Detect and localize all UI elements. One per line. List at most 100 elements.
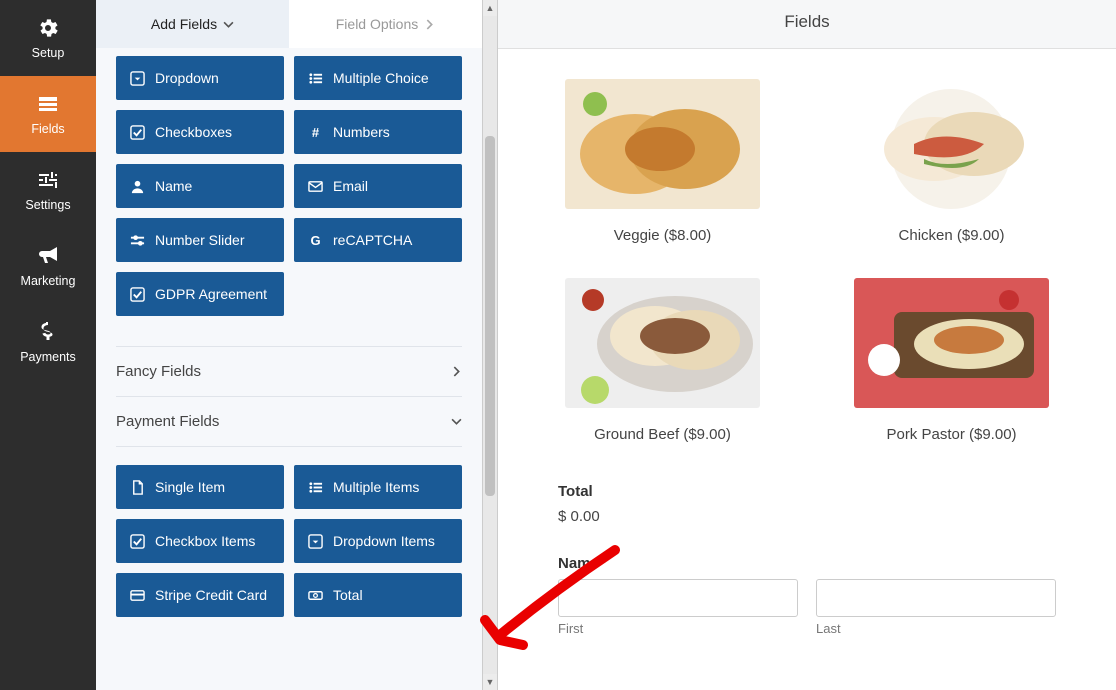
chevron-down-icon xyxy=(451,416,462,427)
field-total[interactable]: Total xyxy=(294,573,462,617)
field-recaptcha[interactable]: GreCAPTCHA xyxy=(294,218,462,262)
required-asterisk: * xyxy=(601,555,607,572)
last-name-input[interactable] xyxy=(816,579,1056,617)
nav-label: Payments xyxy=(20,350,76,364)
food-image xyxy=(854,79,1049,209)
food-label: Chicken ($9.00) xyxy=(899,227,1005,244)
field-label: Multiple Items xyxy=(333,479,419,495)
field-checkbox-items[interactable]: Checkbox Items xyxy=(116,519,284,563)
user-icon xyxy=(130,179,145,194)
food-item-chicken[interactable]: Chicken ($9.00) xyxy=(847,79,1056,244)
check-icon xyxy=(130,287,145,302)
field-label: Numbers xyxy=(333,124,390,140)
first-sublabel: First xyxy=(558,621,798,636)
field-gdpr[interactable]: GDPR Agreement xyxy=(116,272,284,316)
field-label: Dropdown xyxy=(155,70,219,86)
sliders-icon xyxy=(36,168,60,192)
section-fancy-fields[interactable]: Fancy Fields xyxy=(116,346,462,396)
name-label: Name xyxy=(558,555,599,572)
field-stripe-card[interactable]: Stripe Credit Card xyxy=(116,573,284,617)
g-icon: G xyxy=(308,233,323,248)
nav-label: Marketing xyxy=(21,274,76,288)
tab-add-fields[interactable]: Add Fields xyxy=(96,0,289,48)
field-dropdown[interactable]: Dropdown xyxy=(116,56,284,100)
bullhorn-icon xyxy=(36,244,60,268)
scroll-down-button[interactable]: ▼ xyxy=(483,674,497,690)
field-label: Stripe Credit Card xyxy=(155,587,267,603)
food-item-ground-beef[interactable]: Ground Beef ($9.00) xyxy=(558,278,767,443)
last-sublabel: Last xyxy=(816,621,1056,636)
scroll-up-button[interactable]: ▲ xyxy=(483,0,497,16)
nav-rail: Setup Fields Settings Marketing Payments xyxy=(0,0,96,690)
chevron-right-icon xyxy=(424,19,435,30)
field-label: Name xyxy=(155,178,192,194)
field-numbers[interactable]: # Numbers xyxy=(294,110,462,154)
field-label: Single Item xyxy=(155,479,225,495)
food-grid: Veggie ($8.00) Chicken ($9.00) xyxy=(558,79,1056,443)
caret-down-icon xyxy=(130,71,145,86)
check-icon xyxy=(130,534,145,549)
chevron-down-icon xyxy=(223,19,234,30)
field-label: Multiple Choice xyxy=(333,70,429,86)
gear-icon xyxy=(36,16,60,40)
field-multiple-items[interactable]: Multiple Items xyxy=(294,465,462,509)
dollar-icon xyxy=(36,320,60,344)
tab-field-options[interactable]: Field Options xyxy=(289,0,482,48)
nav-label: Setup xyxy=(32,46,65,60)
field-name[interactable]: Name xyxy=(116,164,284,208)
fields-panel: Add Fields Field Options Dropdown Multip… xyxy=(96,0,482,690)
tab-label: Field Options xyxy=(336,16,418,32)
field-multiple-choice[interactable]: Multiple Choice xyxy=(294,56,462,100)
field-single-item[interactable]: Single Item xyxy=(116,465,284,509)
list-icon xyxy=(308,480,323,495)
field-email[interactable]: Email xyxy=(294,164,462,208)
total-label: Total xyxy=(558,483,1056,500)
slider-icon xyxy=(130,233,145,248)
food-label: Ground Beef ($9.00) xyxy=(594,426,731,443)
nav-item-fields[interactable]: Fields xyxy=(0,76,96,152)
field-label: GDPR Agreement xyxy=(155,286,267,302)
scroll-thumb[interactable] xyxy=(485,136,495,496)
fields-icon xyxy=(36,92,60,116)
scroll-track[interactable] xyxy=(483,16,497,674)
tab-label: Add Fields xyxy=(151,16,217,32)
field-label: Email xyxy=(333,178,368,194)
total-value: $ 0.00 xyxy=(558,508,1056,525)
chevron-right-icon xyxy=(451,366,462,377)
card-icon xyxy=(130,588,145,603)
doc-icon xyxy=(130,480,145,495)
tabs-row: Add Fields Field Options xyxy=(96,0,482,48)
section-payment-fields[interactable]: Payment Fields xyxy=(116,396,462,447)
food-image xyxy=(565,278,760,408)
section-label: Payment Fields xyxy=(116,413,219,430)
hash-icon: # xyxy=(308,125,323,140)
preview-pane: Fields Veggie ($8.00) xyxy=(498,0,1116,690)
food-label: Pork Pastor ($9.00) xyxy=(886,426,1016,443)
money-icon xyxy=(308,588,323,603)
list-icon xyxy=(308,71,323,86)
total-block[interactable]: Total $ 0.00 xyxy=(558,483,1056,525)
field-number-slider[interactable]: Number Slider xyxy=(116,218,284,262)
nav-item-marketing[interactable]: Marketing xyxy=(0,228,96,304)
name-row: First Last xyxy=(558,579,1056,636)
nav-item-settings[interactable]: Settings xyxy=(0,152,96,228)
field-label: Dropdown Items xyxy=(333,533,435,549)
food-item-pork-pastor[interactable]: Pork Pastor ($9.00) xyxy=(847,278,1056,443)
field-dropdown-items[interactable]: Dropdown Items xyxy=(294,519,462,563)
nav-item-setup[interactable]: Setup xyxy=(0,0,96,76)
caret-down-icon xyxy=(308,534,323,549)
name-block[interactable]: Name* First Last xyxy=(558,555,1056,636)
nav-label: Fields xyxy=(31,122,64,136)
panel-scrollbar[interactable]: ▲ ▼ xyxy=(482,0,498,690)
field-label: Total xyxy=(333,587,363,603)
field-label: Number Slider xyxy=(155,232,244,248)
field-grid-standard: Dropdown Multiple Choice Checkboxes # Num… xyxy=(116,56,462,316)
food-item-veggie[interactable]: Veggie ($8.00) xyxy=(558,79,767,244)
panel-scroll: Dropdown Multiple Choice Checkboxes # Num… xyxy=(96,48,482,690)
check-icon xyxy=(130,125,145,140)
first-name-input[interactable] xyxy=(558,579,798,617)
nav-item-payments[interactable]: Payments xyxy=(0,304,96,380)
field-checkboxes[interactable]: Checkboxes xyxy=(116,110,284,154)
food-label: Veggie ($8.00) xyxy=(614,227,712,244)
field-label: reCAPTCHA xyxy=(333,232,412,248)
